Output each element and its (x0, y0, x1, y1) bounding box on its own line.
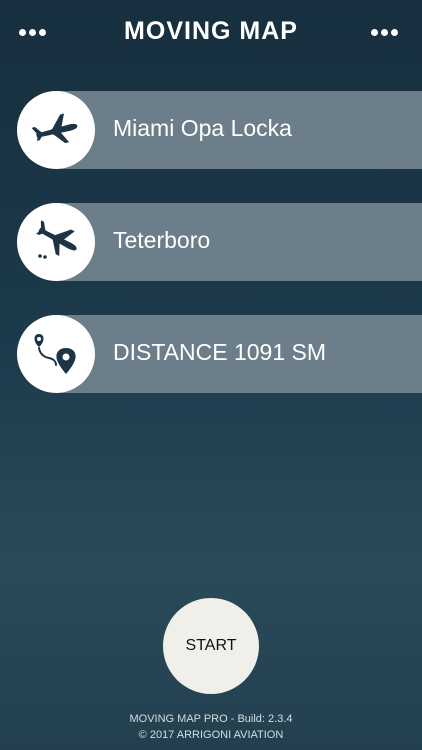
arrival-airport-label: Teterboro (113, 227, 211, 253)
right-menu-dots-icon[interactable] (369, 22, 405, 42)
departure-airport-row[interactable]: Miami Opa Locka (0, 91, 422, 169)
distance-icon-circle (17, 315, 95, 393)
start-button-label: START (185, 637, 237, 654)
distance-label: DISTANCE 1091 SM (113, 339, 327, 365)
app-title: MOVING MAP (124, 17, 298, 45)
start-button[interactable]: START (163, 598, 259, 694)
departure-airport-label: Miami Opa Locka (113, 115, 292, 141)
route-pin-icon (34, 334, 76, 374)
dot (371, 29, 378, 36)
departure-icon-circle (17, 91, 95, 169)
dot (381, 29, 388, 36)
dot (391, 29, 398, 36)
distance-row[interactable]: DISTANCE 1091 SM (0, 315, 422, 393)
arrival-row-bar (55, 203, 422, 281)
top-bar: MOVING MAP (0, 0, 422, 64)
arrival-plane-icon (36, 220, 77, 259)
arrival-airport-row[interactable]: Teterboro (0, 203, 422, 281)
arrival-icon-circle (17, 203, 95, 281)
copyright: © 2017 ARRIGONI AVIATION (138, 729, 284, 741)
departure-plane-icon (31, 113, 78, 144)
build-info: MOVING MAP PRO - Build: 2.3.4 (129, 713, 293, 725)
